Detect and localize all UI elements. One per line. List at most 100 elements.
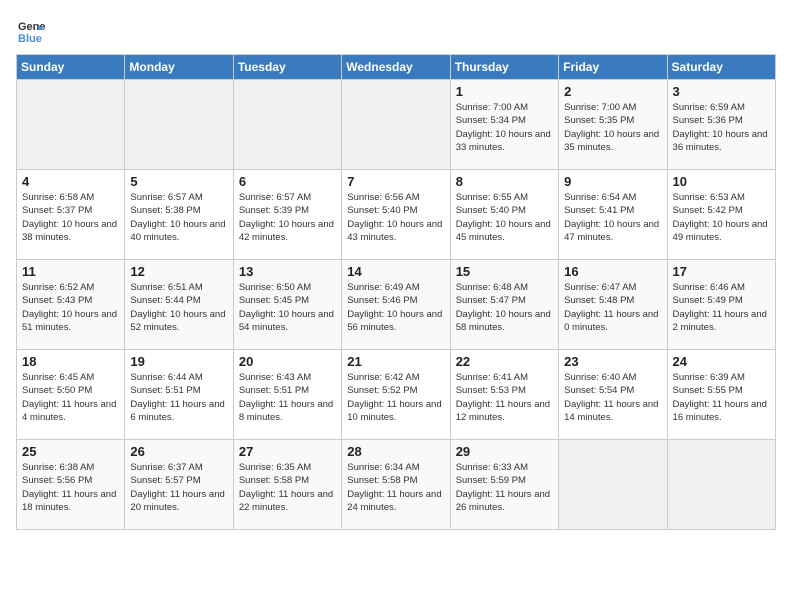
cell-info: Sunrise: 6:46 AM Sunset: 5:49 PM Dayligh… <box>673 281 770 334</box>
day-number: 4 <box>22 174 119 189</box>
calendar-cell: 5 Sunrise: 6:57 AM Sunset: 5:38 PM Daylig… <box>125 170 233 260</box>
day-number: 9 <box>564 174 661 189</box>
day-number: 2 <box>564 84 661 99</box>
calendar-cell: 4 Sunrise: 6:58 AM Sunset: 5:37 PM Daylig… <box>17 170 125 260</box>
calendar-header: SundayMondayTuesdayWednesdayThursdayFrid… <box>17 55 776 80</box>
calendar-cell: 3Sunrise: 6:59 AM Sunset: 5:36 PM Daylig… <box>667 80 775 170</box>
day-number: 5 <box>130 174 227 189</box>
cell-info: Sunrise: 6:51 AM Sunset: 5:44 PM Dayligh… <box>130 281 227 334</box>
day-number: 14 <box>347 264 444 279</box>
calendar-week-row: 11 Sunrise: 6:52 AM Sunset: 5:43 PM Dayli… <box>17 260 776 350</box>
day-number: 25 <box>22 444 119 459</box>
cell-info: Sunrise: 7:00 AM Sunset: 5:35 PM Dayligh… <box>564 101 661 154</box>
weekday-header: Sunday <box>17 55 125 80</box>
calendar-cell <box>559 440 667 530</box>
cell-info: Sunrise: 6:44 AM Sunset: 5:51 PM Dayligh… <box>130 371 227 424</box>
calendar-cell <box>17 80 125 170</box>
calendar-cell: 22Sunrise: 6:41 AM Sunset: 5:53 PM Dayli… <box>450 350 558 440</box>
calendar-week-row: 1 Sunrise: 7:00 AM Sunset: 5:34 PM Daylig… <box>17 80 776 170</box>
calendar-cell: 9 Sunrise: 6:54 AM Sunset: 5:41 PM Daylig… <box>559 170 667 260</box>
calendar-cell <box>667 440 775 530</box>
cell-info: Sunrise: 6:38 AM Sunset: 5:56 PM Dayligh… <box>22 461 119 514</box>
calendar-body: 1 Sunrise: 7:00 AM Sunset: 5:34 PM Daylig… <box>17 80 776 530</box>
day-number: 17 <box>673 264 770 279</box>
day-number: 27 <box>239 444 336 459</box>
day-number: 1 <box>456 84 553 99</box>
day-number: 28 <box>347 444 444 459</box>
calendar-cell: 12 Sunrise: 6:51 AM Sunset: 5:44 PM Dayli… <box>125 260 233 350</box>
calendar-cell: 21 Sunrise: 6:42 AM Sunset: 5:52 PM Dayli… <box>342 350 450 440</box>
weekday-header: Friday <box>559 55 667 80</box>
calendar-table: SundayMondayTuesdayWednesdayThursdayFrid… <box>16 54 776 530</box>
cell-info: Sunrise: 6:53 AM Sunset: 5:42 PM Dayligh… <box>673 191 770 244</box>
cell-info: Sunrise: 6:42 AM Sunset: 5:52 PM Dayligh… <box>347 371 444 424</box>
calendar-cell <box>233 80 341 170</box>
cell-info: Sunrise: 6:37 AM Sunset: 5:57 PM Dayligh… <box>130 461 227 514</box>
calendar-week-row: 18 Sunrise: 6:45 AM Sunset: 5:50 PM Dayli… <box>17 350 776 440</box>
cell-info: Sunrise: 6:39 AM Sunset: 5:55 PM Dayligh… <box>673 371 770 424</box>
calendar-week-row: 4 Sunrise: 6:58 AM Sunset: 5:37 PM Daylig… <box>17 170 776 260</box>
cell-info: Sunrise: 6:47 AM Sunset: 5:48 PM Dayligh… <box>564 281 661 334</box>
calendar-cell: 6 Sunrise: 6:57 AM Sunset: 5:39 PM Daylig… <box>233 170 341 260</box>
day-number: 6 <box>239 174 336 189</box>
calendar-cell <box>125 80 233 170</box>
day-number: 10 <box>673 174 770 189</box>
day-number: 29 <box>456 444 553 459</box>
calendar-cell: 23 Sunrise: 6:40 AM Sunset: 5:54 PM Dayli… <box>559 350 667 440</box>
weekday-header: Wednesday <box>342 55 450 80</box>
day-number: 21 <box>347 354 444 369</box>
calendar-cell: 28 Sunrise: 6:34 AM Sunset: 5:58 PM Dayli… <box>342 440 450 530</box>
day-number: 7 <box>347 174 444 189</box>
day-number: 20 <box>239 354 336 369</box>
calendar-cell: 13 Sunrise: 6:50 AM Sunset: 5:45 PM Dayli… <box>233 260 341 350</box>
day-number: 11 <box>22 264 119 279</box>
calendar-cell: 29Sunrise: 6:33 AM Sunset: 5:59 PM Dayli… <box>450 440 558 530</box>
cell-info: Sunrise: 6:57 AM Sunset: 5:38 PM Dayligh… <box>130 191 227 244</box>
cell-info: Sunrise: 6:35 AM Sunset: 5:58 PM Dayligh… <box>239 461 336 514</box>
calendar-cell: 1 Sunrise: 7:00 AM Sunset: 5:34 PM Daylig… <box>450 80 558 170</box>
day-number: 13 <box>239 264 336 279</box>
weekday-header: Saturday <box>667 55 775 80</box>
cell-info: Sunrise: 6:59 AM Sunset: 5:36 PM Dayligh… <box>673 101 770 154</box>
calendar-cell: 16 Sunrise: 6:47 AM Sunset: 5:48 PM Dayli… <box>559 260 667 350</box>
cell-info: Sunrise: 6:48 AM Sunset: 5:47 PM Dayligh… <box>456 281 553 334</box>
cell-info: Sunrise: 7:00 AM Sunset: 5:34 PM Dayligh… <box>456 101 553 154</box>
svg-text:Blue: Blue <box>18 33 42 45</box>
cell-info: Sunrise: 6:45 AM Sunset: 5:50 PM Dayligh… <box>22 371 119 424</box>
calendar-cell: 24 Sunrise: 6:39 AM Sunset: 5:55 PM Dayli… <box>667 350 775 440</box>
calendar-cell: 19 Sunrise: 6:44 AM Sunset: 5:51 PM Dayli… <box>125 350 233 440</box>
cell-info: Sunrise: 6:40 AM Sunset: 5:54 PM Dayligh… <box>564 371 661 424</box>
calendar-cell: 15 Sunrise: 6:48 AM Sunset: 5:47 PM Dayli… <box>450 260 558 350</box>
calendar-cell: 11 Sunrise: 6:52 AM Sunset: 5:43 PM Dayli… <box>17 260 125 350</box>
logo-icon: General Blue <box>16 16 46 46</box>
page-header: General Blue <box>16 16 776 46</box>
cell-info: Sunrise: 6:57 AM Sunset: 5:39 PM Dayligh… <box>239 191 336 244</box>
calendar-cell: 10 Sunrise: 6:53 AM Sunset: 5:42 PM Dayli… <box>667 170 775 260</box>
cell-info: Sunrise: 6:41 AM Sunset: 5:53 PM Dayligh… <box>456 371 553 424</box>
cell-info: Sunrise: 6:34 AM Sunset: 5:58 PM Dayligh… <box>347 461 444 514</box>
logo: General Blue <box>16 16 46 46</box>
cell-info: Sunrise: 6:43 AM Sunset: 5:51 PM Dayligh… <box>239 371 336 424</box>
calendar-cell <box>342 80 450 170</box>
day-number: 19 <box>130 354 227 369</box>
cell-info: Sunrise: 6:54 AM Sunset: 5:41 PM Dayligh… <box>564 191 661 244</box>
cell-info: Sunrise: 6:58 AM Sunset: 5:37 PM Dayligh… <box>22 191 119 244</box>
calendar-cell: 18 Sunrise: 6:45 AM Sunset: 5:50 PM Dayli… <box>17 350 125 440</box>
cell-info: Sunrise: 6:52 AM Sunset: 5:43 PM Dayligh… <box>22 281 119 334</box>
cell-info: Sunrise: 6:50 AM Sunset: 5:45 PM Dayligh… <box>239 281 336 334</box>
calendar-cell: 17 Sunrise: 6:46 AM Sunset: 5:49 PM Dayli… <box>667 260 775 350</box>
day-number: 18 <box>22 354 119 369</box>
calendar-cell: 27 Sunrise: 6:35 AM Sunset: 5:58 PM Dayli… <box>233 440 341 530</box>
calendar-cell: 7Sunrise: 6:56 AM Sunset: 5:40 PM Daylig… <box>342 170 450 260</box>
day-number: 16 <box>564 264 661 279</box>
day-number: 12 <box>130 264 227 279</box>
day-number: 24 <box>673 354 770 369</box>
day-number: 23 <box>564 354 661 369</box>
calendar-cell: 26Sunrise: 6:37 AM Sunset: 5:57 PM Dayli… <box>125 440 233 530</box>
calendar-cell: 8Sunrise: 6:55 AM Sunset: 5:40 PM Daylig… <box>450 170 558 260</box>
cell-info: Sunrise: 6:49 AM Sunset: 5:46 PM Dayligh… <box>347 281 444 334</box>
calendar-cell: 2 Sunrise: 7:00 AM Sunset: 5:35 PM Daylig… <box>559 80 667 170</box>
svg-text:General: General <box>18 21 46 33</box>
calendar-cell: 20 Sunrise: 6:43 AM Sunset: 5:51 PM Dayli… <box>233 350 341 440</box>
day-number: 15 <box>456 264 553 279</box>
